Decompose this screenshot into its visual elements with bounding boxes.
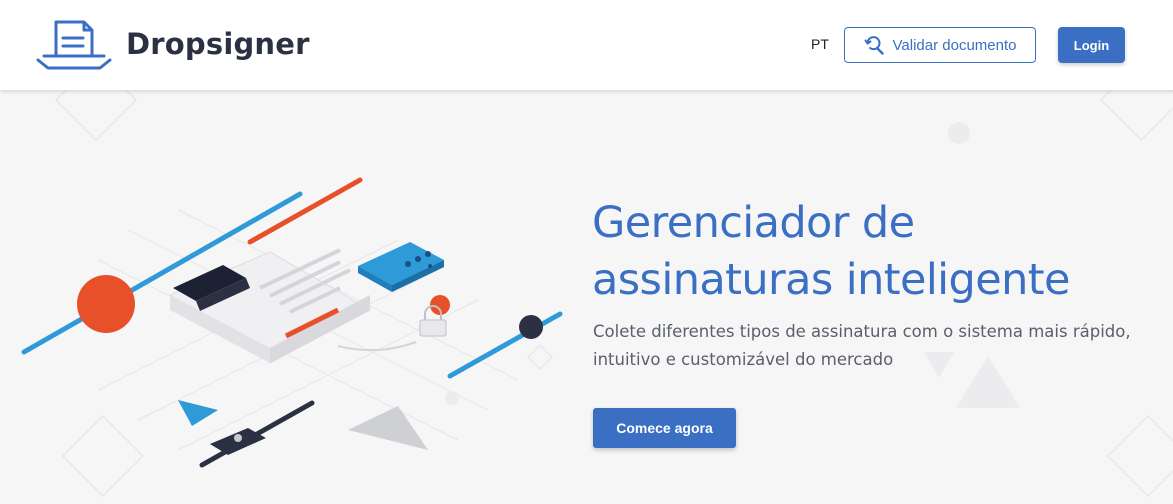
hero-title-line-2: assinaturas inteligente <box>592 255 1070 305</box>
hero-title-line-1: Gerenciador de <box>592 198 915 248</box>
brand-name: Dropsigner <box>126 27 310 61</box>
document-tray-icon <box>36 20 112 70</box>
magnifier-refresh-icon <box>864 36 884 55</box>
signature-illustration <box>21 177 563 468</box>
language-selector[interactable]: PT <box>811 36 829 52</box>
hero-subtitle-line-2: intuitivo e customizável do mercado <box>593 350 894 369</box>
hero-subtitle-line-1: Colete diferentes tipos de assinatura co… <box>593 322 1131 341</box>
hero-subtitle: Colete diferentes tipos de assinatura co… <box>593 318 1133 374</box>
hero-section: Gerenciador de assinaturas inteligente C… <box>0 90 1173 504</box>
validate-document-button[interactable]: Validar documento <box>844 27 1036 63</box>
brand-logo[interactable]: Dropsigner <box>36 18 316 72</box>
top-navbar: Dropsigner PT Validar documento Login <box>0 0 1173 90</box>
login-button[interactable]: Login <box>1058 27 1125 63</box>
start-now-button[interactable]: Comece agora <box>593 408 736 448</box>
hero-title: Gerenciador de assinaturas inteligente <box>592 195 1152 309</box>
validate-document-label: Validar documento <box>892 36 1017 54</box>
